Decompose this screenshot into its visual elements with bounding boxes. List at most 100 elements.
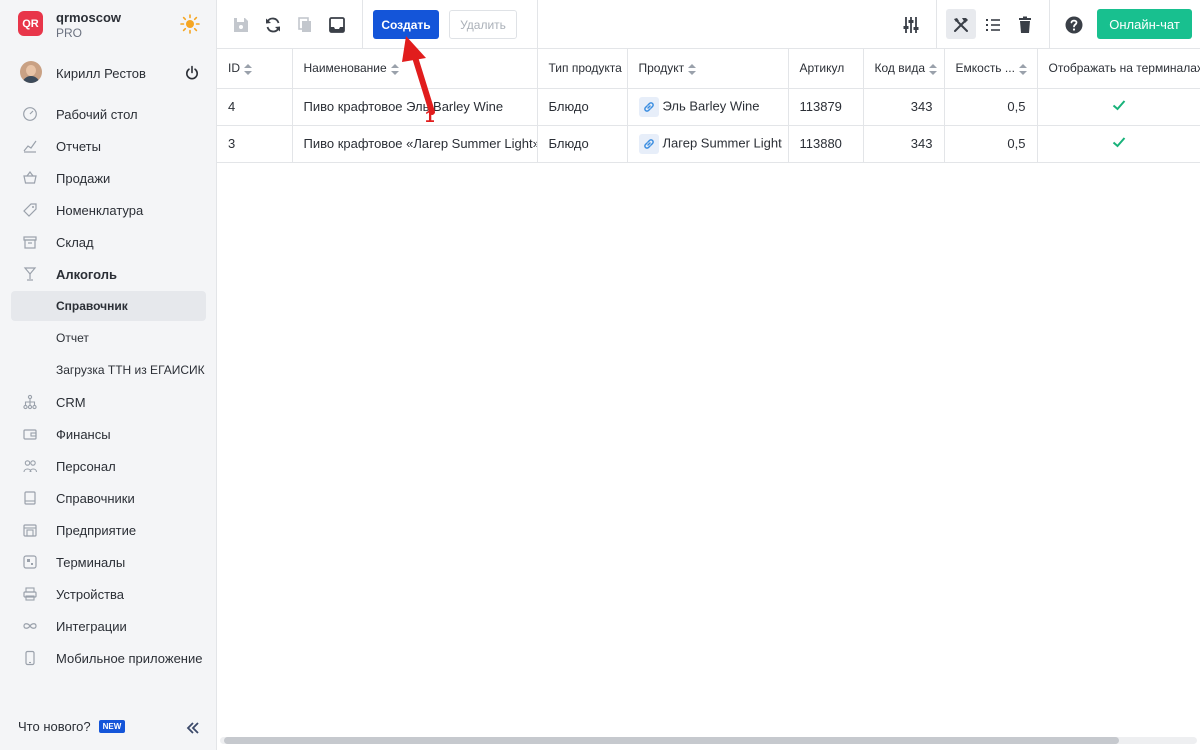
cell-article: 113879 <box>788 88 864 126</box>
sort-icon[interactable] <box>244 63 252 75</box>
scrollbar-thumb[interactable] <box>224 737 1119 744</box>
sidebar-item-reports[interactable]: Отчеты <box>11 130 206 162</box>
table-row[interactable]: 4 Пиво крафтовое Эль Barley Wine Блюдо Э… <box>217 88 1200 126</box>
basket-icon <box>23 171 37 184</box>
column-header-product-type[interactable]: Тип продукта <box>537 49 628 89</box>
sidebar-item-crm[interactable]: CRM <box>11 386 206 418</box>
column-header-kind-code[interactable]: Код вида <box>863 49 945 89</box>
toolbar-divider <box>362 0 363 48</box>
whats-new-link[interactable]: Что нового? NEW <box>18 719 126 734</box>
sidebar-item-label: CRM <box>56 394 86 410</box>
copy-icon[interactable] <box>295 15 315 35</box>
qr-logo: QR <box>18 11 43 36</box>
sidebar-item-label: Рабочий стол <box>56 106 138 122</box>
sidebar-item-alcohol[interactable]: Алкоголь <box>11 258 206 290</box>
archive-icon <box>23 236 37 249</box>
people-icon <box>23 460 38 473</box>
sidebar-item-label: Финансы <box>56 426 111 442</box>
new-badge: NEW <box>98 720 126 733</box>
inbox-icon[interactable] <box>327 15 347 35</box>
sidebar-item-terminals[interactable]: Терминалы <box>11 546 206 578</box>
sidebar-nav: Рабочий стол Отчеты Продажи Номенклатура… <box>11 98 206 674</box>
sidebar-item-nomenclature[interactable]: Номенклатура <box>11 194 206 226</box>
sort-icon[interactable] <box>929 63 937 75</box>
sidebar-item-dashboard[interactable]: Рабочий стол <box>11 98 206 130</box>
sidebar-item-references[interactable]: Справочники <box>11 482 206 514</box>
help-icon[interactable] <box>1064 15 1084 35</box>
cell-product-type: Блюдо <box>537 125 628 163</box>
sort-icon[interactable] <box>688 63 697 75</box>
cell-product[interactable]: Лагер Summer Light <box>627 125 789 163</box>
sort-icon[interactable] <box>1018 63 1027 75</box>
sidebar: QR qrmoscow PRO Кирилл Рестов Рабочий ст… <box>0 0 217 750</box>
cell-product-type: Блюдо <box>537 88 628 126</box>
cell-capacity: 0,5 <box>944 88 1038 126</box>
column-header-article[interactable]: Артикул <box>788 49 864 89</box>
column-header-show-on-terminals[interactable]: Отображать на терминалах <box>1037 49 1200 89</box>
toolbar-divider <box>537 0 538 48</box>
speedometer-icon <box>23 107 37 121</box>
online-chat-button[interactable]: Онлайн-чат <box>1097 9 1192 39</box>
product-link-text[interactable]: Лагер Summer Light <box>663 135 782 150</box>
sidebar-item-label: Справочники <box>56 490 135 506</box>
list-icon[interactable] <box>983 15 1003 35</box>
save-icon[interactable] <box>231 15 251 35</box>
sidebar-item-label: Номенклатура <box>56 202 144 218</box>
phone-icon <box>25 650 35 666</box>
infinity-icon <box>23 623 37 629</box>
sidebar-item-devices[interactable]: Устройства <box>11 578 206 610</box>
link-icon[interactable] <box>638 96 659 117</box>
qr-icon <box>23 555 37 569</box>
cell-id: 4 <box>217 88 293 126</box>
brand-name: qrmoscow <box>56 10 122 25</box>
chart-icon <box>23 140 37 153</box>
check-icon <box>1112 137 1126 148</box>
trash-icon[interactable] <box>1015 15 1035 35</box>
check-icon <box>1112 100 1126 111</box>
sidebar-item-integrations[interactable]: Интеграции <box>11 610 206 642</box>
book-icon <box>24 491 36 505</box>
hierarchy-icon <box>23 394 37 410</box>
sidebar-item-staff[interactable]: Персонал <box>11 450 206 482</box>
filter-sliders-icon[interactable] <box>901 15 921 35</box>
cell-name: Пиво крафтовое «Лагер Summer Light» <box>292 125 538 163</box>
sidebar-item-label: Персонал <box>56 458 116 474</box>
brand-plan: PRO <box>56 26 83 40</box>
sidebar-item-label: Склад <box>56 234 94 250</box>
toolbar: Создать Удалить Онлайн-чат <box>217 0 1200 49</box>
sidebar-subitem-directory[interactable]: Справочник <box>11 291 206 321</box>
user-profile[interactable]: Кирилл Рестов <box>16 60 206 86</box>
cell-show-on-terminals <box>1037 88 1200 126</box>
product-link-text[interactable]: Эль Barley Wine <box>663 98 760 113</box>
column-header-capacity[interactable]: Емкость ... <box>944 49 1038 89</box>
sidebar-item-label: Устройства <box>56 586 125 602</box>
table-header-row: ID Наименование Тип продукта Продукт Арт… <box>217 49 1200 89</box>
collapse-sidebar-icon[interactable] <box>185 720 201 736</box>
sidebar-item-label: Предприятие <box>56 522 137 538</box>
cell-product[interactable]: Эль Barley Wine <box>627 88 789 126</box>
cell-kind-code: 343 <box>863 125 945 163</box>
horizontal-scrollbar[interactable] <box>220 737 1197 744</box>
refresh-icon[interactable] <box>263 15 283 35</box>
sidebar-subitem-report[interactable]: Отчет <box>11 322 206 354</box>
sun-icon[interactable] <box>180 14 200 34</box>
table-row[interactable]: 3 Пиво крафтовое «Лагер Summer Light» Бл… <box>217 125 1200 163</box>
cell-article: 113880 <box>788 125 864 163</box>
sidebar-item-enterprise[interactable]: Предприятие <box>11 514 206 546</box>
delete-button[interactable]: Удалить <box>449 10 517 39</box>
sidebar-item-sales[interactable]: Продажи <box>11 162 206 194</box>
sidebar-item-finance[interactable]: Финансы <box>11 418 206 450</box>
alcohol-directory-table: ID Наименование Тип продукта Продукт Арт… <box>217 49 1200 163</box>
cell-show-on-terminals <box>1037 125 1200 163</box>
sidebar-item-warehouse[interactable]: Склад <box>11 226 206 258</box>
power-icon[interactable] <box>184 65 200 81</box>
column-header-id[interactable]: ID <box>217 49 293 89</box>
sidebar-subitem-ttn-upload[interactable]: Загрузка ТТН из ЕГАИСИК <box>11 354 206 386</box>
sidebar-item-label: Алкоголь <box>56 266 118 282</box>
sidebar-item-label: Отчеты <box>56 138 101 154</box>
sidebar-item-mobile-app[interactable]: Мобильное приложение <box>11 642 206 674</box>
user-name: Кирилл Рестов <box>56 66 146 81</box>
column-header-product[interactable]: Продукт <box>627 49 789 89</box>
link-icon[interactable] <box>638 133 659 154</box>
tools-icon[interactable] <box>951 15 971 35</box>
